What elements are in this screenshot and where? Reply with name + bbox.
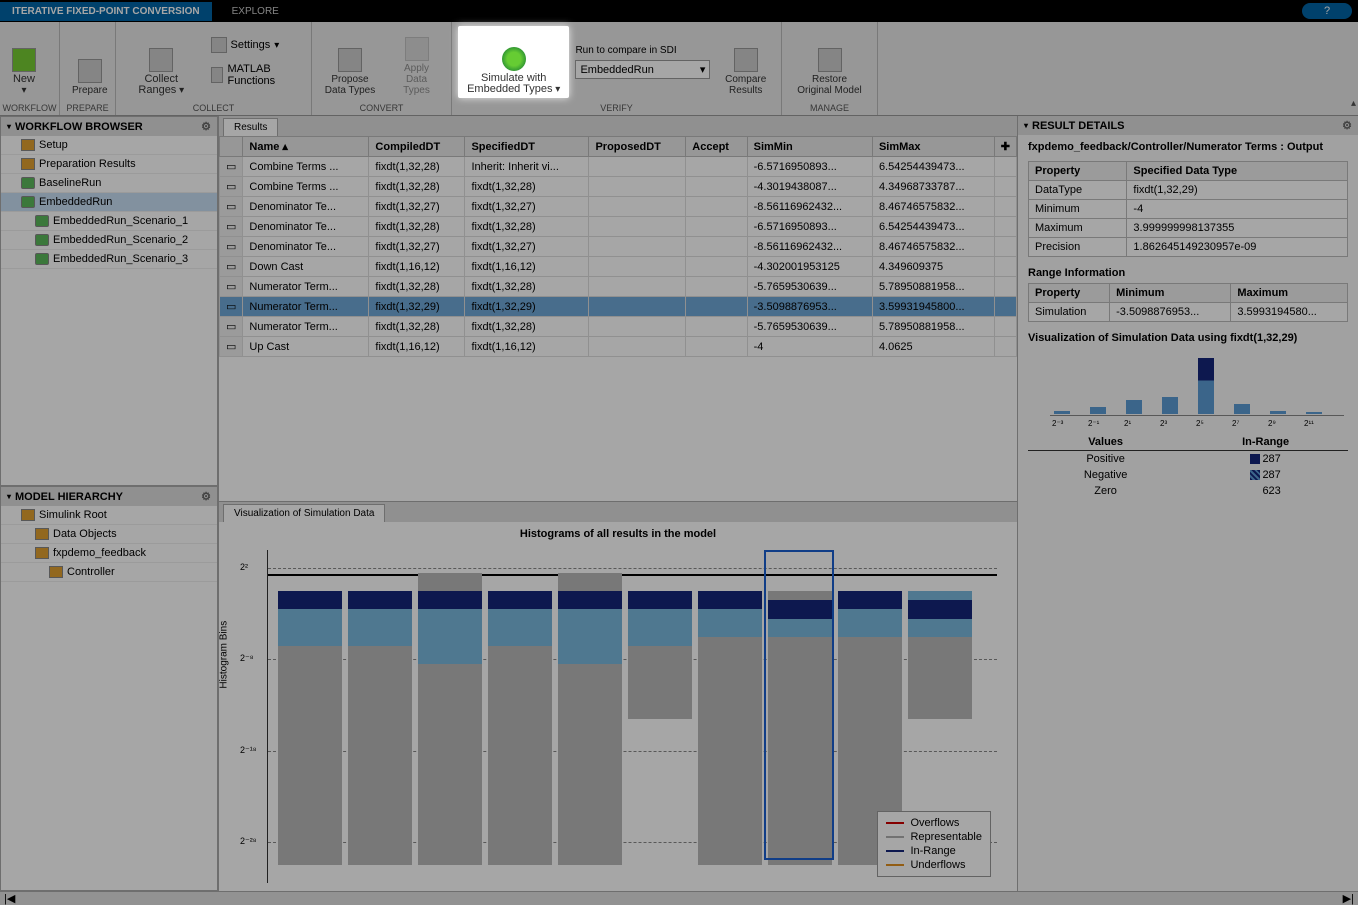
- fx-icon: [211, 67, 224, 83]
- range-info-heading: Range Information: [1028, 267, 1348, 279]
- collect-ranges-button[interactable]: Collect Ranges ▾: [122, 26, 201, 98]
- gear-icon[interactable]: ⚙: [1342, 119, 1352, 132]
- propose-icon: [338, 48, 362, 72]
- run-sdi-label: Run to compare in SDI: [575, 45, 710, 56]
- table-row[interactable]: ▭Denominator Te...fixdt(1,32,28)fixdt(1,…: [220, 217, 1017, 237]
- apply-data-types-button[interactable]: Apply Data Types: [388, 26, 445, 98]
- tree-item-icon: [35, 253, 49, 265]
- workflow-item[interactable]: EmbeddedRun: [1, 193, 217, 212]
- restore-model-button[interactable]: Restore Original Model: [788, 26, 871, 98]
- result-details-header: ▾ RESULT DETAILS ⚙: [1018, 116, 1358, 135]
- viz-detail-heading: Visualization of Simulation Data using f…: [1028, 332, 1348, 344]
- compare-results-button[interactable]: Compare Results: [716, 26, 775, 98]
- propose-data-types-button[interactable]: Propose Data Types: [318, 26, 382, 98]
- table-row[interactable]: ▭Combine Terms ...fixdt(1,32,28)Inherit:…: [220, 157, 1017, 177]
- chevron-down-icon: ▾: [700, 63, 706, 76]
- help-button[interactable]: ?: [1302, 3, 1352, 19]
- table-row[interactable]: ▭Denominator Te...fixdt(1,32,27)fixdt(1,…: [220, 197, 1017, 217]
- detail-histogram: 2⁻³2⁻¹2¹2³2⁵2⁷2⁹2¹¹: [1028, 348, 1348, 428]
- simulate-embedded-types-button[interactable]: Simulate with Embedded Types ▾: [458, 26, 569, 98]
- collapse-ribbon-icon[interactable]: ▴: [1351, 98, 1356, 109]
- hierarchy-item[interactable]: Controller: [1, 563, 217, 582]
- apply-icon: [405, 37, 429, 61]
- tree-item-icon: [21, 509, 35, 521]
- gear-icon[interactable]: ⚙: [201, 490, 211, 503]
- collect-icon: [149, 48, 173, 72]
- tree-item-icon: [35, 234, 49, 246]
- chart-legend: OverflowsRepresentableIn-RangeUnderflows: [877, 811, 991, 877]
- tree-item-icon: [49, 566, 63, 578]
- tree-item-icon: [35, 215, 49, 227]
- spec-table: PropertySpecified Data TypeDataTypefixdt…: [1028, 161, 1348, 257]
- column-header[interactable]: SpecifiedDT: [465, 137, 589, 157]
- hierarchy-item[interactable]: Data Objects: [1, 525, 217, 544]
- tab-iterative[interactable]: ITERATIVE FIXED-POINT CONVERSION: [0, 2, 212, 21]
- histogram-chart[interactable]: Histogram Bins 2²2⁻⁸2⁻¹⁸2⁻²⁸OverflowsRep…: [267, 550, 997, 883]
- scroll-right-icon[interactable]: ▶|: [1343, 892, 1354, 905]
- plus-icon: [12, 48, 36, 72]
- column-header[interactable]: CompiledDT: [369, 137, 465, 157]
- column-header[interactable]: Name ▴: [243, 137, 369, 157]
- tree-item-icon: [21, 158, 35, 170]
- results-table: Name ▴CompiledDTSpecifiedDTProposedDTAcc…: [219, 136, 1017, 357]
- run-name-dropdown[interactable]: EmbeddedRun▾: [575, 60, 710, 79]
- compare-icon: [734, 48, 758, 72]
- workflow-item[interactable]: Preparation Results: [1, 155, 217, 174]
- scroll-left-icon[interactable]: |◀: [4, 892, 15, 905]
- workflow-browser-header: ▾ WORKFLOW BROWSER ⚙: [1, 117, 217, 136]
- workflow-item[interactable]: Setup: [1, 136, 217, 155]
- column-header[interactable]: ProposedDT: [589, 137, 686, 157]
- tree-item-icon: [35, 547, 49, 559]
- tab-results[interactable]: Results: [223, 118, 278, 136]
- matlab-functions-button[interactable]: MATLAB Functions: [207, 61, 305, 89]
- column-header[interactable]: SimMax: [872, 137, 994, 157]
- values-table: ValuesIn-RangePositive287Negative287Zero…: [1028, 434, 1348, 499]
- table-row[interactable]: ▭Up Castfixdt(1,16,12)fixdt(1,16,12)-44.…: [220, 337, 1017, 357]
- tab-explore[interactable]: EXPLORE: [212, 2, 299, 21]
- tab-visualization[interactable]: Visualization of Simulation Data: [223, 504, 385, 522]
- status-bar: |◀ ▶|: [0, 891, 1358, 905]
- ribbon-toolbar: New▾ WORKFLOW Prepare PREPARE Collect Ra…: [0, 22, 1358, 116]
- play-icon: [502, 47, 526, 71]
- workflow-item[interactable]: EmbeddedRun_Scenario_3: [1, 250, 217, 269]
- workflow-item[interactable]: BaselineRun: [1, 174, 217, 193]
- table-row[interactable]: ▭Numerator Term...fixdt(1,32,29)fixdt(1,…: [220, 297, 1017, 317]
- chevron-down-icon[interactable]: ▾: [7, 492, 11, 501]
- table-row[interactable]: ▭Down Castfixdt(1,16,12)fixdt(1,16,12)-4…: [220, 257, 1017, 277]
- model-hierarchy-header: ▾ MODEL HIERARCHY ⚙: [1, 487, 217, 506]
- table-row[interactable]: ▭Combine Terms ...fixdt(1,32,28)fixdt(1,…: [220, 177, 1017, 197]
- table-row[interactable]: ▭Numerator Term...fixdt(1,32,28)fixdt(1,…: [220, 277, 1017, 297]
- gear-icon: [211, 37, 227, 53]
- chevron-down-icon[interactable]: ▾: [1024, 121, 1028, 130]
- tree-item-icon: [21, 177, 35, 189]
- model-hierarchy-tree: Simulink RootData Objectsfxpdemo_feedbac…: [1, 506, 217, 890]
- workflow-browser-tree: SetupPreparation ResultsBaselineRunEmbed…: [1, 136, 217, 485]
- ribbon-group-label: WORKFLOW: [0, 102, 59, 115]
- column-header[interactable]: SimMin: [747, 137, 872, 157]
- table-row[interactable]: ▭Denominator Te...fixdt(1,32,27)fixdt(1,…: [220, 237, 1017, 257]
- chevron-down-icon[interactable]: ▾: [7, 122, 11, 131]
- workflow-item[interactable]: EmbeddedRun_Scenario_1: [1, 212, 217, 231]
- settings-button[interactable]: Settings ▾: [207, 35, 305, 55]
- gear-icon[interactable]: ⚙: [201, 120, 211, 133]
- hierarchy-item[interactable]: Simulink Root: [1, 506, 217, 525]
- tree-item-icon: [21, 139, 35, 151]
- prepare-button[interactable]: Prepare: [66, 26, 114, 98]
- new-button[interactable]: New▾: [6, 26, 42, 98]
- column-header[interactable]: Accept: [686, 137, 747, 157]
- app-tabbar: ITERATIVE FIXED-POINT CONVERSION EXPLORE…: [0, 0, 1358, 22]
- tree-item-icon: [35, 528, 49, 540]
- hierarchy-item[interactable]: fxpdemo_feedback: [1, 544, 217, 563]
- table-row[interactable]: ▭Numerator Term...fixdt(1,32,28)fixdt(1,…: [220, 317, 1017, 337]
- detail-path: fxpdemo_feedback/Controller/Numerator Te…: [1028, 141, 1348, 153]
- workflow-item[interactable]: EmbeddedRun_Scenario_2: [1, 231, 217, 250]
- range-table: PropertyMinimumMaximumSimulation-3.50988…: [1028, 283, 1348, 322]
- restore-icon: [818, 48, 842, 72]
- viz-title: Histograms of all results in the model: [219, 522, 1017, 546]
- tree-item-icon: [21, 196, 35, 208]
- prepare-icon: [78, 59, 102, 83]
